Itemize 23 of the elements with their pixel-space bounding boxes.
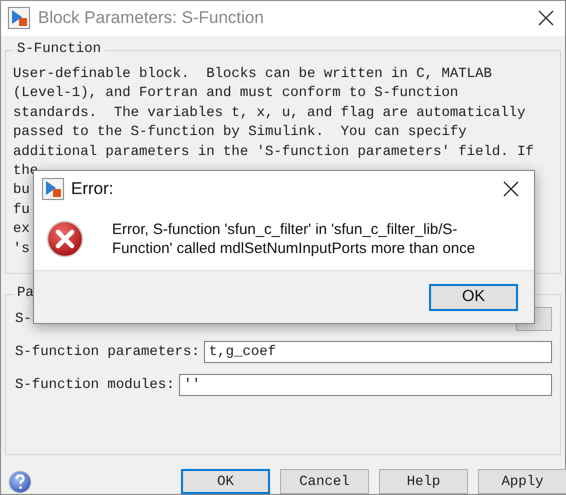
close-icon[interactable] — [502, 180, 520, 198]
block-icon — [42, 178, 64, 200]
description-text: 's — [13, 240, 30, 259]
description-text: bu — [13, 181, 30, 200]
dialog-button[interactable]: Help — [379, 469, 468, 494]
ok-button[interactable]: OK — [429, 284, 518, 310]
error-message: Error, S-function 'sfun_c_filter' in 'sfun_c_filter_lib/S-Function' called mdlSetNumInputPorts more than once — [112, 220, 476, 258]
input-field[interactable]: t,g_coef — [204, 340, 552, 363]
field-label: S- — [15, 310, 32, 327]
close-icon[interactable] — [537, 9, 555, 28]
dialog-button[interactable]: Apply — [478, 469, 566, 494]
window-title: Block Parameters: S-Function — [38, 8, 265, 28]
input-field[interactable]: '' — [178, 374, 552, 396]
field-label: S-function modules: — [15, 376, 175, 393]
dialog-button[interactable]: OK — [181, 469, 270, 494]
dialog-title: Error: — [71, 179, 114, 199]
description-text: ex — [13, 220, 30, 240]
help-icon[interactable] — [8, 470, 32, 494]
dialog-button[interactable]: Cancel — [280, 469, 369, 494]
error-icon — [46, 220, 84, 258]
field-label: S-function parameters: — [15, 344, 200, 360]
block-icon — [8, 7, 30, 30]
description-text: fu — [13, 200, 30, 220]
